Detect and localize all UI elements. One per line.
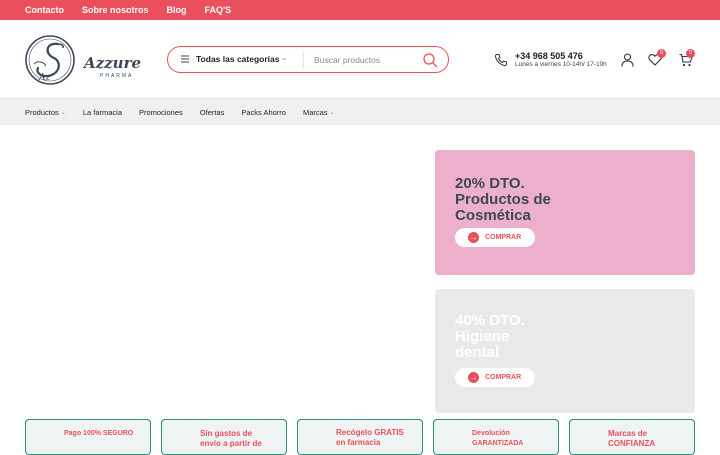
user-icon[interactable] — [621, 53, 634, 67]
nav-item-label: La farmacia — [82, 107, 122, 117]
comprar-label: COMPRAR — [485, 234, 522, 241]
nav-item-label: Packs Ahorro — [241, 107, 286, 117]
topbar-link-contacto[interactable]: Contacto — [25, 5, 64, 15]
nav-item-ofertas[interactable]: Ofertas — [200, 108, 225, 117]
logo-subtitle: PHARMA — [100, 73, 134, 79]
feature-text: Recógelo GRATIS en farmacia — [336, 428, 404, 448]
feature-text: Marcas de CONFIANZA — [608, 429, 655, 449]
nav-item-packs-ahorro[interactable]: Packs Ahorro — [241, 108, 286, 117]
category-select[interactable]: Todas las categorías — [196, 54, 279, 64]
feature-line: GARANTIZADA — [472, 440, 524, 447]
phone-icon — [494, 54, 507, 67]
comprar-button[interactable]: → COMPRAR — [455, 368, 535, 387]
feature-line: Devolución — [472, 430, 510, 437]
comprar-label: COMPRAR — [485, 374, 522, 381]
promo-banner-higiene-dental[interactable]: 40% DTO. Higiene dental → COMPRAR — [435, 289, 695, 413]
promo-banner-cosmetica[interactable]: 20% DTO. Productos de Cosmética → COMPRA… — [435, 150, 695, 275]
nav-item-marcas[interactable]: Marcas ⌄ — [303, 108, 335, 117]
feature-text: Devolución GARANTIZADA — [472, 429, 523, 449]
feature-line: envío a partir de — [200, 439, 262, 448]
feature-line: CONFIANZA — [608, 439, 656, 448]
promo-discount: 20% DTO. — [455, 175, 525, 192]
promo-line: Cosmética — [455, 207, 531, 224]
nav-item-productos[interactable]: Productos ⌄ — [25, 108, 66, 117]
cart-count-badge: 0 — [686, 49, 695, 58]
nav-item-label: Ofertas — [199, 107, 225, 117]
nav-item-promociones[interactable]: Promociones — [139, 108, 183, 117]
top-bar: Contacto Sobre nosotros Blog FAQ'S — [0, 0, 720, 20]
arrow-right-icon: → — [468, 232, 479, 243]
promo-line: Productos de — [455, 191, 551, 208]
promo-discount: 40% DTO. — [455, 312, 525, 329]
nav-item-label: Promociones — [139, 107, 183, 117]
search-divider — [303, 52, 304, 68]
feature-text: Sin gastos de envío a partir de — [200, 429, 262, 449]
opening-hours: Lunes a viernes 10-14h/ 17-19h — [515, 61, 607, 68]
promo-title: 40% DTO. Higiene dental — [455, 313, 605, 361]
nav-item-label: Productos — [25, 107, 59, 117]
phone-number[interactable]: +34 968 505 476 — [515, 51, 583, 61]
nav-item-la-farmacia[interactable]: La farmacia — [83, 108, 122, 117]
promo-title: 20% DTO. Productos de Cosmética — [455, 176, 605, 224]
feature-line: Sin gastos de — [200, 429, 253, 438]
menu-lines-icon — [181, 55, 189, 63]
search-icon[interactable] — [422, 52, 438, 68]
topbar-link-faqs[interactable]: FAQ'S — [205, 5, 232, 15]
logo-swan-icon: Az — [25, 35, 75, 85]
chevron-down-icon: ⌄ — [60, 109, 66, 116]
topbar-link-sobre-nosotros[interactable]: Sobre nosotros — [82, 5, 149, 15]
promo-line: Higiene — [455, 328, 510, 345]
search-bar: Todas las categorías ⌄ — [167, 46, 449, 73]
feature-line: en farmacia — [336, 438, 381, 447]
logo-monogram: Az — [38, 73, 50, 83]
search-input[interactable] — [314, 52, 414, 68]
feature-text: Pago 100% SEGURO — [64, 429, 133, 439]
logo-name: Azzure — [84, 54, 142, 72]
comprar-button[interactable]: → COMPRAR — [455, 228, 535, 247]
main-nav: Productos ⌄ La farmacia Promociones Ofer… — [0, 98, 720, 125]
feature-line: Recógelo GRATIS — [336, 428, 404, 437]
chevron-down-icon: ⌄ — [281, 53, 288, 62]
header: Az Azzure PHARMA Todas las categorías ⌄ … — [0, 20, 720, 98]
hero-slider[interactable] — [25, 150, 420, 413]
feature-line: Marcas de — [608, 429, 648, 438]
promo-line: dental — [455, 344, 500, 361]
chevron-down-icon: ⌄ — [329, 109, 335, 116]
arrow-right-icon: → — [468, 372, 479, 383]
logo[interactable]: Az Azzure PHARMA — [24, 34, 141, 86]
nav-item-label: Marcas — [302, 107, 328, 117]
wishlist-count-badge: 0 — [657, 49, 666, 58]
feature-line: Pago 100% SEGURO — [64, 430, 134, 437]
topbar-link-blog[interactable]: Blog — [167, 5, 187, 15]
